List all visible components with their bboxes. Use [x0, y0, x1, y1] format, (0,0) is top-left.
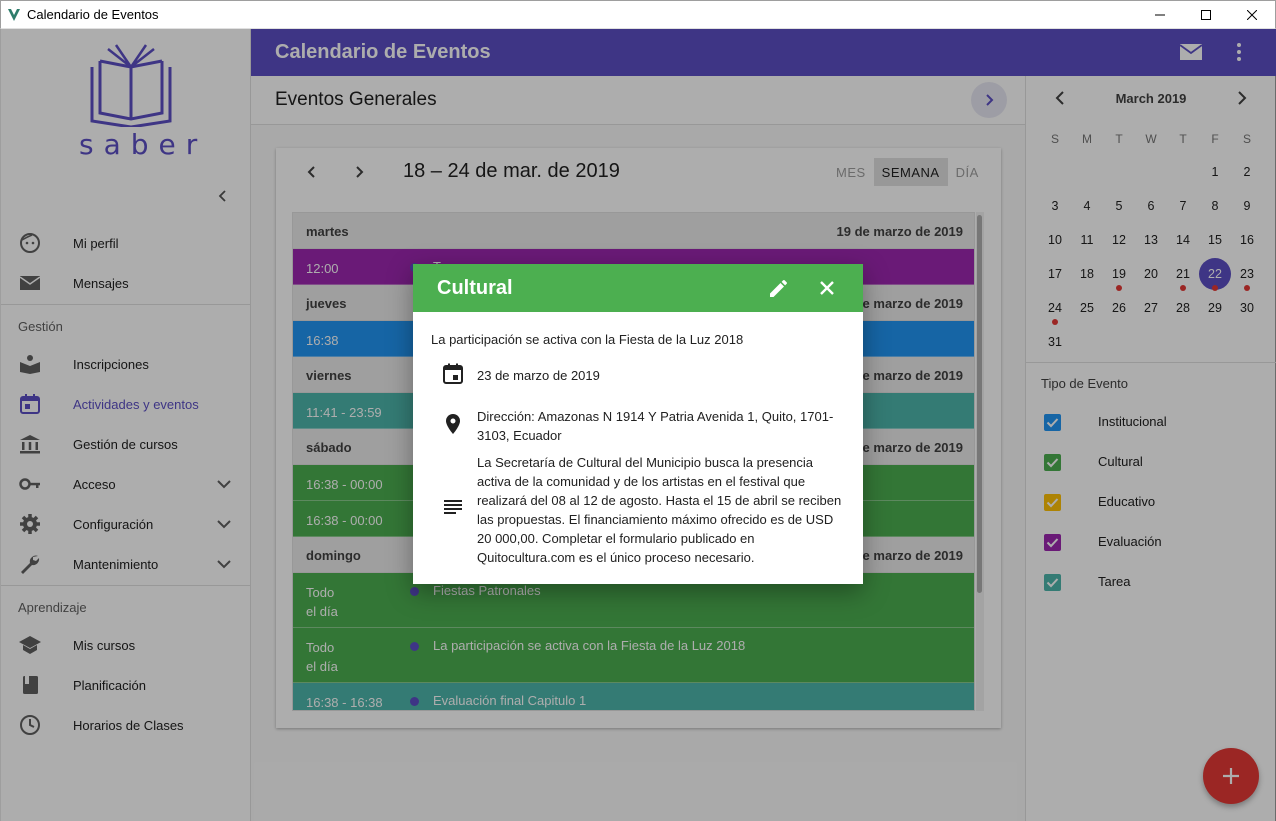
close-icon[interactable]: [815, 276, 839, 300]
maximize-button[interactable]: [1183, 1, 1229, 29]
dialog-event-title: La participación se activa con la Fiesta…: [431, 332, 744, 347]
app-logo-icon: [8, 8, 20, 21]
dialog-address: Dirección: Amazonas N 1914 Y Patria Aven…: [477, 409, 834, 443]
event-dialog: Cultural La participación se activa con …: [413, 264, 863, 584]
window-title: Calendario de Eventos: [27, 7, 159, 22]
minimize-button[interactable]: [1137, 1, 1183, 29]
notes-icon: [444, 500, 462, 514]
dialog-header: Cultural: [413, 264, 863, 312]
location-pin-icon: [446, 414, 460, 434]
edit-icon[interactable]: [767, 276, 791, 300]
close-window-button[interactable]: [1229, 1, 1275, 29]
dialog-date: 23 de marzo de 2019: [477, 368, 600, 383]
window-titlebar: Calendario de Eventos: [0, 0, 1276, 29]
dialog-description: La Secretaría de Cultural del Municipio …: [477, 455, 842, 565]
event-date-icon: [443, 363, 463, 384]
dialog-title: Cultural: [437, 277, 513, 299]
